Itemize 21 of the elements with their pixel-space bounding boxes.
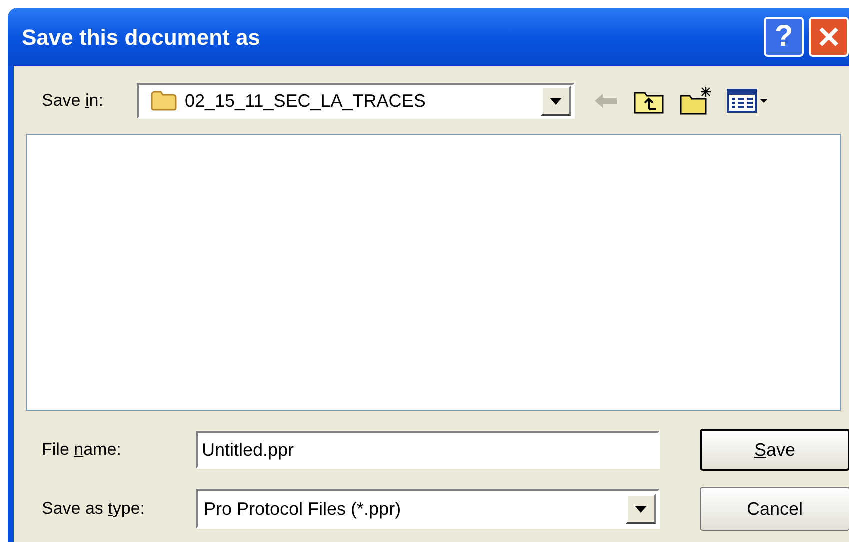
- help-button[interactable]: ?: [764, 17, 804, 57]
- save-in-value: 02_15_11_SEC_LA_TRACES: [185, 90, 427, 112]
- cancel-button[interactable]: Cancel: [700, 487, 849, 531]
- close-icon: [818, 26, 840, 48]
- save-as-type-label: Save as type:: [42, 498, 146, 520]
- save-as-type-dropdown[interactable]: Pro Protocol Files (*.ppr): [196, 489, 660, 529]
- view-menu-icon[interactable]: [727, 88, 769, 114]
- file-name-label: File name:: [42, 439, 122, 462]
- file-name-field[interactable]: Untitled.ppr: [196, 431, 660, 469]
- new-folder-icon[interactable]: [679, 86, 713, 116]
- save-in-dropdown[interactable]: 02_15_11_SEC_LA_TRACES: [137, 83, 575, 119]
- window-title: Save this document as: [22, 24, 262, 52]
- folder-icon: [151, 91, 177, 111]
- caret-icon: [635, 506, 647, 512]
- caret-icon: [550, 98, 562, 104]
- dropdown-arrow-button[interactable]: [541, 86, 571, 116]
- close-button[interactable]: [809, 17, 849, 57]
- dropdown-arrow-button[interactable]: [626, 494, 656, 524]
- save-as-type-value: Pro Protocol Files (*.ppr): [204, 498, 402, 521]
- save-button[interactable]: Save: [700, 429, 849, 471]
- save-in-label: Save in:: [42, 90, 104, 112]
